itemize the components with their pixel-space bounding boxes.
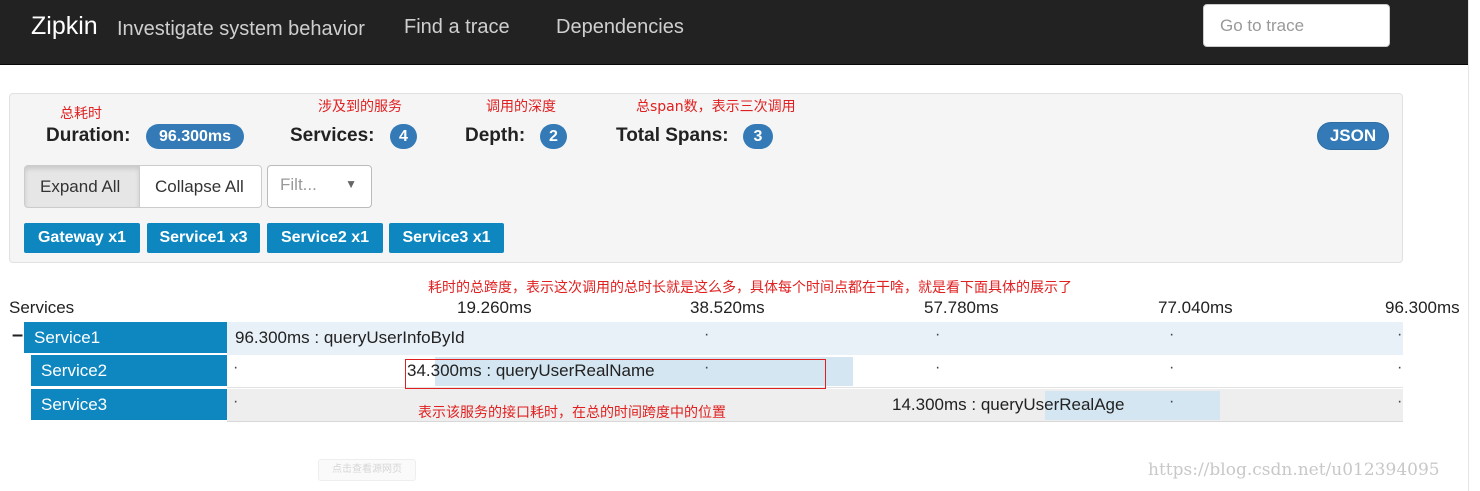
- timeline-tick: 38.520ms: [690, 298, 765, 317]
- faint-overlay-button[interactable]: 点击查看源网页: [318, 459, 416, 481]
- span-label[interactable]: 96.300ms : queryUserInfoById: [235, 328, 465, 348]
- timeline-tick: 57.780ms: [924, 298, 999, 317]
- row-background: [227, 389, 1403, 422]
- tick-dot: ·: [1397, 326, 1403, 343]
- service-filter-select[interactable]: Filt... ▼: [267, 165, 372, 208]
- filter-placeholder: Filt...: [280, 175, 317, 194]
- service-name-cell[interactable]: Service2: [31, 355, 227, 386]
- annotation-duration: 总耗时: [60, 106, 102, 122]
- timeline-tick: 96.300ms: [1385, 298, 1460, 317]
- duration-label: Duration:: [46, 125, 131, 146]
- services-column-header: Services: [9, 298, 75, 317]
- timeline-tick: 19.260ms: [457, 298, 532, 317]
- expand-collapse-group: Expand All Collapse All: [24, 165, 262, 208]
- total-spans-badge: 3: [743, 124, 773, 149]
- service-tag-service3[interactable]: Service3 x1: [389, 223, 504, 253]
- tick-dot: ·: [1169, 359, 1175, 376]
- brand-tagline: Investigate system behavior: [117, 18, 365, 40]
- services-count-badge: 4: [390, 124, 417, 149]
- go-to-trace-input[interactable]: [1203, 4, 1390, 47]
- page-scrollbar[interactable]: [1468, 0, 1480, 491]
- services-label: Services:: [290, 125, 375, 146]
- depth-label: Depth:: [465, 125, 526, 146]
- tick-dot: ·: [1169, 393, 1175, 410]
- annotation-services: 涉及到的服务: [318, 99, 402, 115]
- caret-down-icon: ▼: [345, 177, 357, 191]
- json-button[interactable]: JSON: [1317, 122, 1389, 150]
- annotation-total-spans: 总span数，表示三次调用: [636, 99, 796, 115]
- service-tag-service1[interactable]: Service1 x3: [147, 223, 260, 253]
- tick-dot: ·: [1169, 326, 1175, 343]
- expand-all-button[interactable]: Expand All: [24, 165, 140, 208]
- service-name-cell[interactable]: Service3: [31, 389, 227, 420]
- service-tag-gateway[interactable]: Gateway x1: [24, 223, 140, 253]
- tick-dot: ·: [935, 359, 941, 376]
- collapse-all-button[interactable]: Collapse All: [140, 165, 262, 208]
- tick-dot: ·: [1397, 393, 1403, 410]
- total-spans-label: Total Spans:: [616, 125, 729, 146]
- tick-dot: ·: [233, 393, 239, 410]
- watermark-text: https://blog.csdn.net/u012394095: [1148, 460, 1440, 480]
- nav-find-a-trace[interactable]: Find a trace: [404, 16, 510, 39]
- annotation-depth: 调用的深度: [486, 99, 556, 115]
- tick-dot: ·: [704, 326, 710, 343]
- nav-dependencies[interactable]: Dependencies: [556, 16, 684, 39]
- timeline-tick: 77.040ms: [1158, 298, 1233, 317]
- tick-dot: ·: [935, 326, 941, 343]
- span-row-service1[interactable]: – Service1 · · · · 96.300ms : queryUserI…: [9, 322, 1403, 355]
- tick-dot: ·: [233, 359, 239, 376]
- brand-logo[interactable]: Zipkin: [31, 12, 98, 41]
- collapse-toggle-icon[interactable]: –: [12, 324, 23, 347]
- service-name-cell[interactable]: Service1: [24, 322, 227, 353]
- tick-dot: ·: [1397, 359, 1403, 376]
- service-tag-service2[interactable]: Service2 x1: [267, 223, 383, 253]
- annotation-highlight-box: [405, 359, 826, 389]
- span-label[interactable]: 14.300ms : queryUserRealAge: [892, 395, 1124, 415]
- annotation-span-position: 表示该服务的接口耗时，在总的时间跨度中的位置: [418, 405, 726, 421]
- annotation-timeline: 耗时的总跨度，表示这次调用的总时长就是这么多，具体每个时间点都在干啥，就是看下面…: [428, 280, 1072, 296]
- top-navbar: Zipkin Investigate system behavior Find …: [0, 0, 1468, 65]
- depth-badge: 2: [540, 124, 567, 149]
- duration-badge: 96.300ms: [146, 124, 244, 149]
